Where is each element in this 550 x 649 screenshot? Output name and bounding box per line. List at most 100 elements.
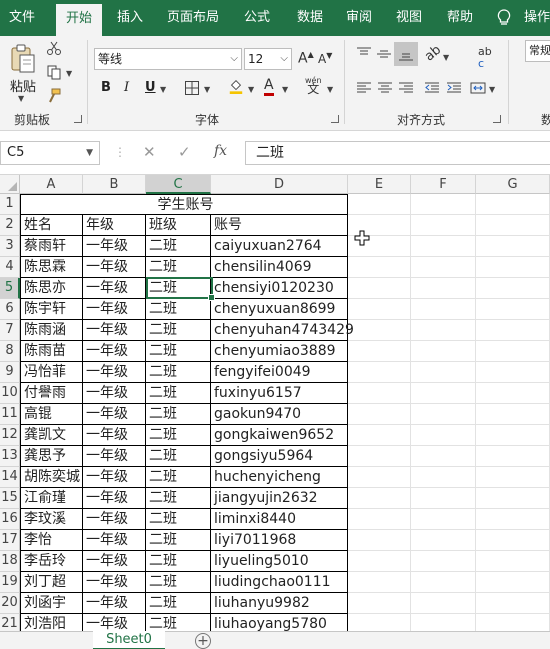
underline-button[interactable]: U bbox=[145, 80, 156, 95]
data-cell[interactable]: 二班 bbox=[146, 341, 211, 362]
row-header[interactable]: 1 bbox=[0, 194, 20, 215]
cell[interactable] bbox=[411, 404, 476, 425]
column-header-g[interactable]: G bbox=[476, 175, 550, 194]
cell[interactable] bbox=[348, 341, 411, 362]
data-cell[interactable]: 一年级 bbox=[83, 593, 146, 614]
bold-button[interactable]: B bbox=[101, 80, 111, 95]
cell[interactable] bbox=[348, 446, 411, 467]
row-header[interactable]: 4 bbox=[0, 257, 20, 278]
row-header[interactable]: 17 bbox=[0, 530, 20, 551]
orientation-dropdown-icon[interactable]: ▼ bbox=[443, 53, 449, 62]
cell[interactable] bbox=[476, 530, 550, 551]
data-cell[interactable]: caiyuxuan2764 bbox=[211, 236, 348, 257]
data-cell[interactable]: 一年级 bbox=[83, 488, 146, 509]
data-cell[interactable]: 一年级 bbox=[83, 467, 146, 488]
underline-dropdown-icon[interactable]: ▼ bbox=[160, 85, 166, 94]
decrease-font-size-icon[interactable]: A▼ bbox=[318, 51, 332, 66]
data-cell[interactable]: 江俞瑾 bbox=[20, 488, 83, 509]
row-header[interactable]: 14 bbox=[0, 467, 20, 488]
cell[interactable] bbox=[348, 362, 411, 383]
font-name-select[interactable]: 等线 ⌵ bbox=[94, 48, 242, 70]
header-cell[interactable]: 账号 bbox=[211, 215, 348, 236]
data-cell[interactable]: chenyuhan4743429 bbox=[211, 320, 354, 341]
phonetic-guide-icon[interactable]: wén 文 bbox=[305, 76, 322, 95]
alignment-launcher-icon[interactable] bbox=[493, 115, 501, 123]
cell[interactable] bbox=[411, 572, 476, 593]
data-cell[interactable]: chensiyi0120230 bbox=[211, 278, 348, 299]
cell[interactable] bbox=[476, 593, 550, 614]
cell[interactable] bbox=[411, 341, 476, 362]
cancel-icon[interactable]: ✕ bbox=[143, 143, 156, 161]
format-painter-icon[interactable] bbox=[46, 88, 62, 104]
data-cell[interactable]: 一年级 bbox=[83, 299, 146, 320]
data-cell[interactable]: 龚凯文 bbox=[20, 425, 83, 446]
header-cell[interactable]: 姓名 bbox=[20, 215, 83, 236]
cell[interactable] bbox=[476, 446, 550, 467]
cell[interactable] bbox=[411, 278, 476, 299]
cell[interactable] bbox=[476, 383, 550, 404]
data-cell[interactable]: 一年级 bbox=[83, 257, 146, 278]
cell[interactable] bbox=[411, 425, 476, 446]
data-cell[interactable]: 二班 bbox=[146, 467, 211, 488]
active-cell-selection[interactable] bbox=[146, 277, 215, 301]
column-header-b[interactable]: B bbox=[83, 175, 146, 194]
tab-help[interactable]: 帮助 bbox=[440, 0, 480, 36]
tab-page-layout[interactable]: 页面布局 bbox=[162, 0, 224, 36]
cell[interactable] bbox=[411, 488, 476, 509]
wrap-text-icon[interactable]: ab c bbox=[478, 46, 492, 70]
cell[interactable] bbox=[411, 257, 476, 278]
tab-tell-me[interactable]: 操作 bbox=[524, 0, 550, 36]
cell[interactable] bbox=[348, 320, 411, 341]
row-header[interactable]: 20 bbox=[0, 593, 20, 614]
fill-color-dropdown-icon[interactable]: ▼ bbox=[248, 85, 254, 94]
column-header-a[interactable]: A bbox=[20, 175, 83, 194]
data-cell[interactable]: fengyifei0049 bbox=[211, 362, 348, 383]
data-cell[interactable]: 二班 bbox=[146, 383, 211, 404]
cell[interactable] bbox=[411, 467, 476, 488]
cell[interactable] bbox=[411, 299, 476, 320]
data-cell[interactable]: 二班 bbox=[146, 404, 211, 425]
row-header[interactable]: 15 bbox=[0, 488, 20, 509]
font-launcher-icon[interactable] bbox=[331, 115, 339, 123]
data-cell[interactable]: 二班 bbox=[146, 572, 211, 593]
select-all-corner[interactable] bbox=[0, 175, 20, 194]
data-cell[interactable]: 二班 bbox=[146, 551, 211, 572]
merge-center-icon[interactable] bbox=[470, 80, 486, 96]
row-header[interactable]: 9 bbox=[0, 362, 20, 383]
data-cell[interactable]: chensilin4069 bbox=[211, 257, 348, 278]
formula-input[interactable]: 二班 bbox=[245, 141, 550, 165]
data-cell[interactable]: jiangyujin2632 bbox=[211, 488, 348, 509]
row-header[interactable]: 6 bbox=[0, 299, 20, 320]
row-header[interactable]: 2 bbox=[0, 215, 20, 236]
cell[interactable] bbox=[476, 194, 550, 215]
borders-icon[interactable] bbox=[184, 80, 200, 96]
align-center-icon[interactable] bbox=[377, 80, 393, 96]
data-cell[interactable]: 二班 bbox=[146, 530, 211, 551]
fill-color-icon[interactable] bbox=[228, 78, 244, 94]
data-cell[interactable]: liyueling5010 bbox=[211, 551, 348, 572]
header-cell[interactable]: 年级 bbox=[83, 215, 146, 236]
align-middle-icon[interactable] bbox=[376, 46, 392, 62]
orientation-icon[interactable]: ab bbox=[422, 43, 444, 65]
data-cell[interactable]: 李怡 bbox=[20, 530, 83, 551]
copy-icon[interactable] bbox=[46, 64, 62, 80]
data-cell[interactable]: 一年级 bbox=[83, 383, 146, 404]
row-header[interactable]: 11 bbox=[0, 404, 20, 425]
cell[interactable] bbox=[348, 425, 411, 446]
data-cell[interactable]: 一年级 bbox=[83, 530, 146, 551]
data-cell[interactable]: 二班 bbox=[146, 362, 211, 383]
data-cell[interactable]: 一年级 bbox=[83, 236, 146, 257]
cell[interactable] bbox=[411, 236, 476, 257]
data-cell[interactable]: 一年级 bbox=[83, 509, 146, 530]
data-cell[interactable]: 二班 bbox=[146, 509, 211, 530]
cell[interactable] bbox=[348, 194, 411, 215]
italic-button[interactable]: I bbox=[124, 80, 129, 95]
decrease-indent-icon[interactable] bbox=[424, 80, 440, 96]
cell[interactable] bbox=[476, 299, 550, 320]
cell[interactable] bbox=[411, 362, 476, 383]
column-header-e[interactable]: E bbox=[348, 175, 411, 194]
copy-dropdown-icon[interactable]: ▼ bbox=[66, 69, 72, 78]
cell[interactable] bbox=[348, 299, 411, 320]
align-bottom-button[interactable] bbox=[394, 42, 418, 66]
sheet-title-cell[interactable]: 学生账号 bbox=[20, 194, 348, 215]
